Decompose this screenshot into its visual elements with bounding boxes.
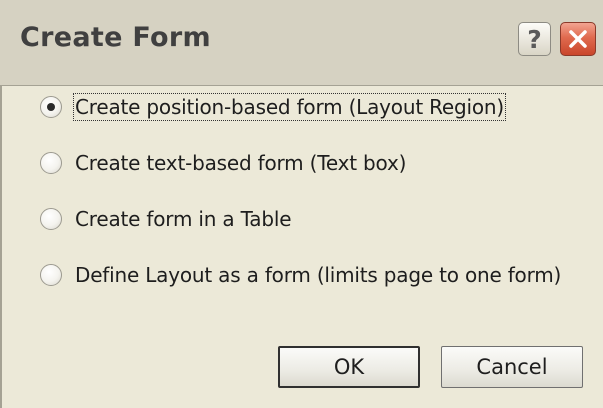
ok-button[interactable]: OK <box>278 346 420 388</box>
help-button[interactable]: ? <box>518 22 551 56</box>
close-icon <box>569 30 587 48</box>
dialog-title: Create Form <box>20 22 211 53</box>
radio-table[interactable] <box>40 208 62 230</box>
help-icon: ? <box>527 24 542 54</box>
option-layout-as-form[interactable]: Define Layout as a form (limits page to … <box>40 260 562 290</box>
title-bar[interactable]: Create Form ? <box>0 0 603 86</box>
option-text-box[interactable]: Create text-based form (Text box) <box>40 148 407 178</box>
option-label-layout-as-form: Define Layout as a form (limits page to … <box>75 263 562 287</box>
radio-layout-as-form[interactable] <box>40 264 62 286</box>
radio-layout-region[interactable] <box>40 96 62 118</box>
close-button[interactable] <box>560 22 596 56</box>
cancel-button[interactable]: Cancel <box>441 346 583 388</box>
create-form-dialog: Create Form ? Create position-based form… <box>0 0 603 408</box>
option-label-table: Create form in a Table <box>75 207 292 231</box>
option-label-text-box: Create text-based form (Text box) <box>75 151 407 175</box>
radio-text-box[interactable] <box>40 152 62 174</box>
option-layout-region[interactable]: Create position-based form (Layout Regio… <box>40 92 506 122</box>
option-label-layout-region: Create position-based form (Layout Regio… <box>73 93 506 121</box>
option-table[interactable]: Create form in a Table <box>40 204 292 234</box>
dialog-left-border <box>0 86 2 408</box>
